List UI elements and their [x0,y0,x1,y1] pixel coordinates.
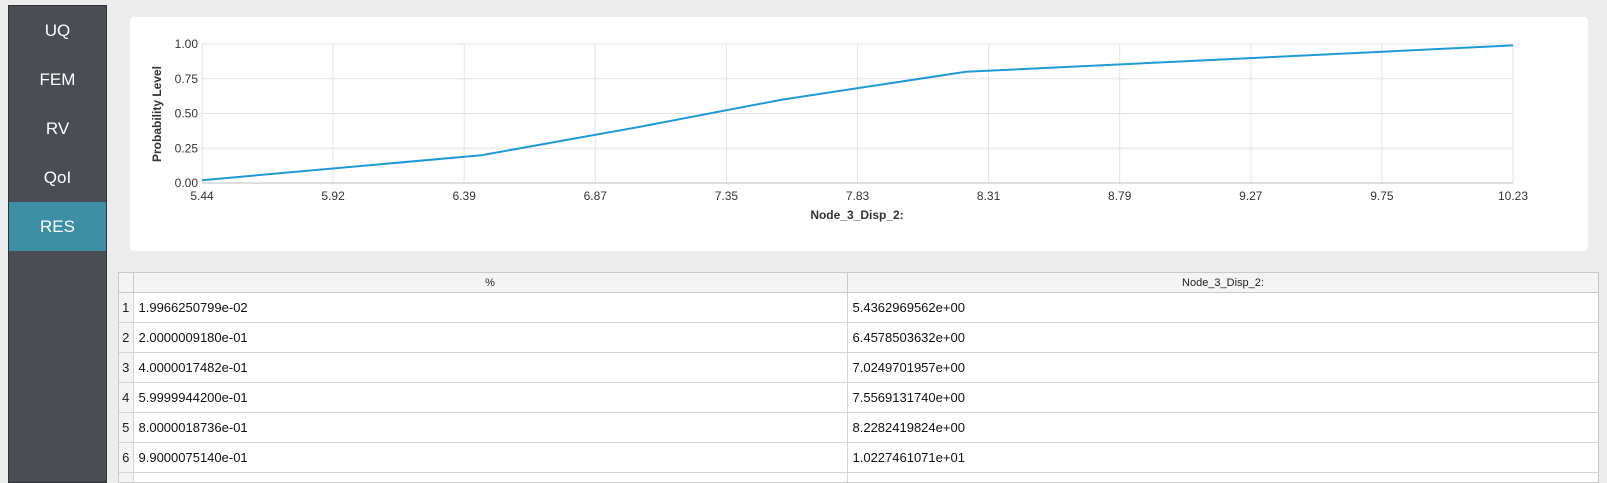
sidebar-item-label: UQ [44,20,71,40]
x-tick-label: 9.27 [1239,189,1263,203]
sidebar-item-label: FEM [39,69,76,89]
cell-node-disp[interactable]: 1.0227461071e+01 [847,442,1598,473]
chart-ticks: 5.44 5.92 6.39 6.87 7.35 7.83 8.31 8.79 9.27 9.75… [175,37,1529,203]
row-number[interactable]: 4 [119,382,134,413]
y-tick-label: 0.75 [175,72,199,86]
row-number[interactable]: 1 [119,292,134,323]
y-tick-label: 0.25 [175,141,199,155]
sidebar-item-qoi[interactable]: QoI [9,153,106,202]
row-number[interactable]: 6 [119,442,134,473]
sidebar: UQ FEM RV QoI RES [8,5,107,483]
cell-node-disp[interactable]: 5.4362969562e+00 [847,292,1598,323]
sidebar-item-res[interactable]: RES [9,202,106,251]
chart-panel: 5.44 5.92 6.39 6.87 7.35 7.83 8.31 8.79 9.27 9.75… [130,17,1588,251]
cell-percent[interactable]: 5.9999944200e-01 [133,382,848,413]
cell-node-disp[interactable]: 7.5569131740e+00 [847,382,1598,413]
y-tick-label: 0.00 [175,176,199,190]
cdf-chart: 5.44 5.92 6.39 6.87 7.35 7.83 8.31 8.79 9.27 9.75… [150,37,1529,222]
table-row[interactable]: 6 9.9000075140e-01 1.0227461071e+01 [119,442,1598,473]
x-tick-label: 8.31 [977,189,1001,203]
table-row[interactable]: 4 5.9999944200e-01 7.5569131740e+00 [119,382,1598,413]
y-axis-title: Probability Level [150,66,164,162]
corner-header[interactable] [119,273,134,293]
empty-cell [847,472,1598,482]
row-number[interactable]: 2 [119,322,134,353]
x-tick-label: 7.83 [846,189,870,203]
results-table[interactable]: % Node_3_Disp_2: 1 1.9966250799e-02 5.43… [118,272,1599,483]
table-row[interactable]: 3 4.0000017482e-01 7.0249701957e+00 [119,352,1598,383]
table-empty-row [119,472,1598,482]
sidebar-item-fem[interactable]: FEM [9,55,106,104]
sidebar-item-rv[interactable]: RV [9,104,106,153]
y-tick-label: 1.00 [175,37,199,51]
cell-node-disp[interactable]: 6.4578503632e+00 [847,322,1598,353]
x-axis-title: Node_3_Disp_2: [810,208,903,222]
sidebar-item-label: RV [45,118,70,138]
sidebar-item-label: QoI [43,167,72,187]
x-tick-label: 7.35 [715,189,739,203]
x-tick-label: 6.87 [584,189,608,203]
cell-percent[interactable]: 8.0000018736e-01 [133,412,848,443]
x-tick-label: 8.79 [1108,189,1132,203]
x-tick-label: 6.39 [453,189,477,203]
cell-percent[interactable]: 9.9000075140e-01 [133,442,848,473]
cell-percent[interactable]: 4.0000017482e-01 [133,352,848,383]
x-tick-label: 9.75 [1370,189,1394,203]
y-tick-label: 0.50 [175,107,199,121]
table-row[interactable]: 5 8.0000018736e-01 8.2282419824e+00 [119,412,1598,443]
cell-percent[interactable]: 2.0000009180e-01 [133,322,848,353]
cell-node-disp[interactable]: 8.2282419824e+00 [847,412,1598,443]
table-row[interactable]: 1 1.9966250799e-02 5.4362969562e+00 [119,292,1598,323]
cell-percent[interactable]: 1.9966250799e-02 [133,292,848,323]
x-tick-label: 5.44 [190,189,214,203]
row-number[interactable]: 3 [119,352,134,383]
row-number [119,472,134,482]
empty-cell [133,472,848,482]
sidebar-item-label: RES [40,216,75,236]
sidebar-item-uq[interactable]: UQ [9,6,106,55]
x-tick-label: 10.23 [1498,189,1528,203]
column-header-node-disp[interactable]: Node_3_Disp_2: [847,273,1598,293]
cell-node-disp[interactable]: 7.0249701957e+00 [847,352,1598,383]
column-header-percent[interactable]: % [133,273,848,293]
x-tick-label: 5.92 [321,189,345,203]
row-number[interactable]: 5 [119,412,134,443]
table-header-row: % Node_3_Disp_2: [119,273,1598,293]
table-row[interactable]: 2 2.0000009180e-01 6.4578503632e+00 [119,322,1598,353]
